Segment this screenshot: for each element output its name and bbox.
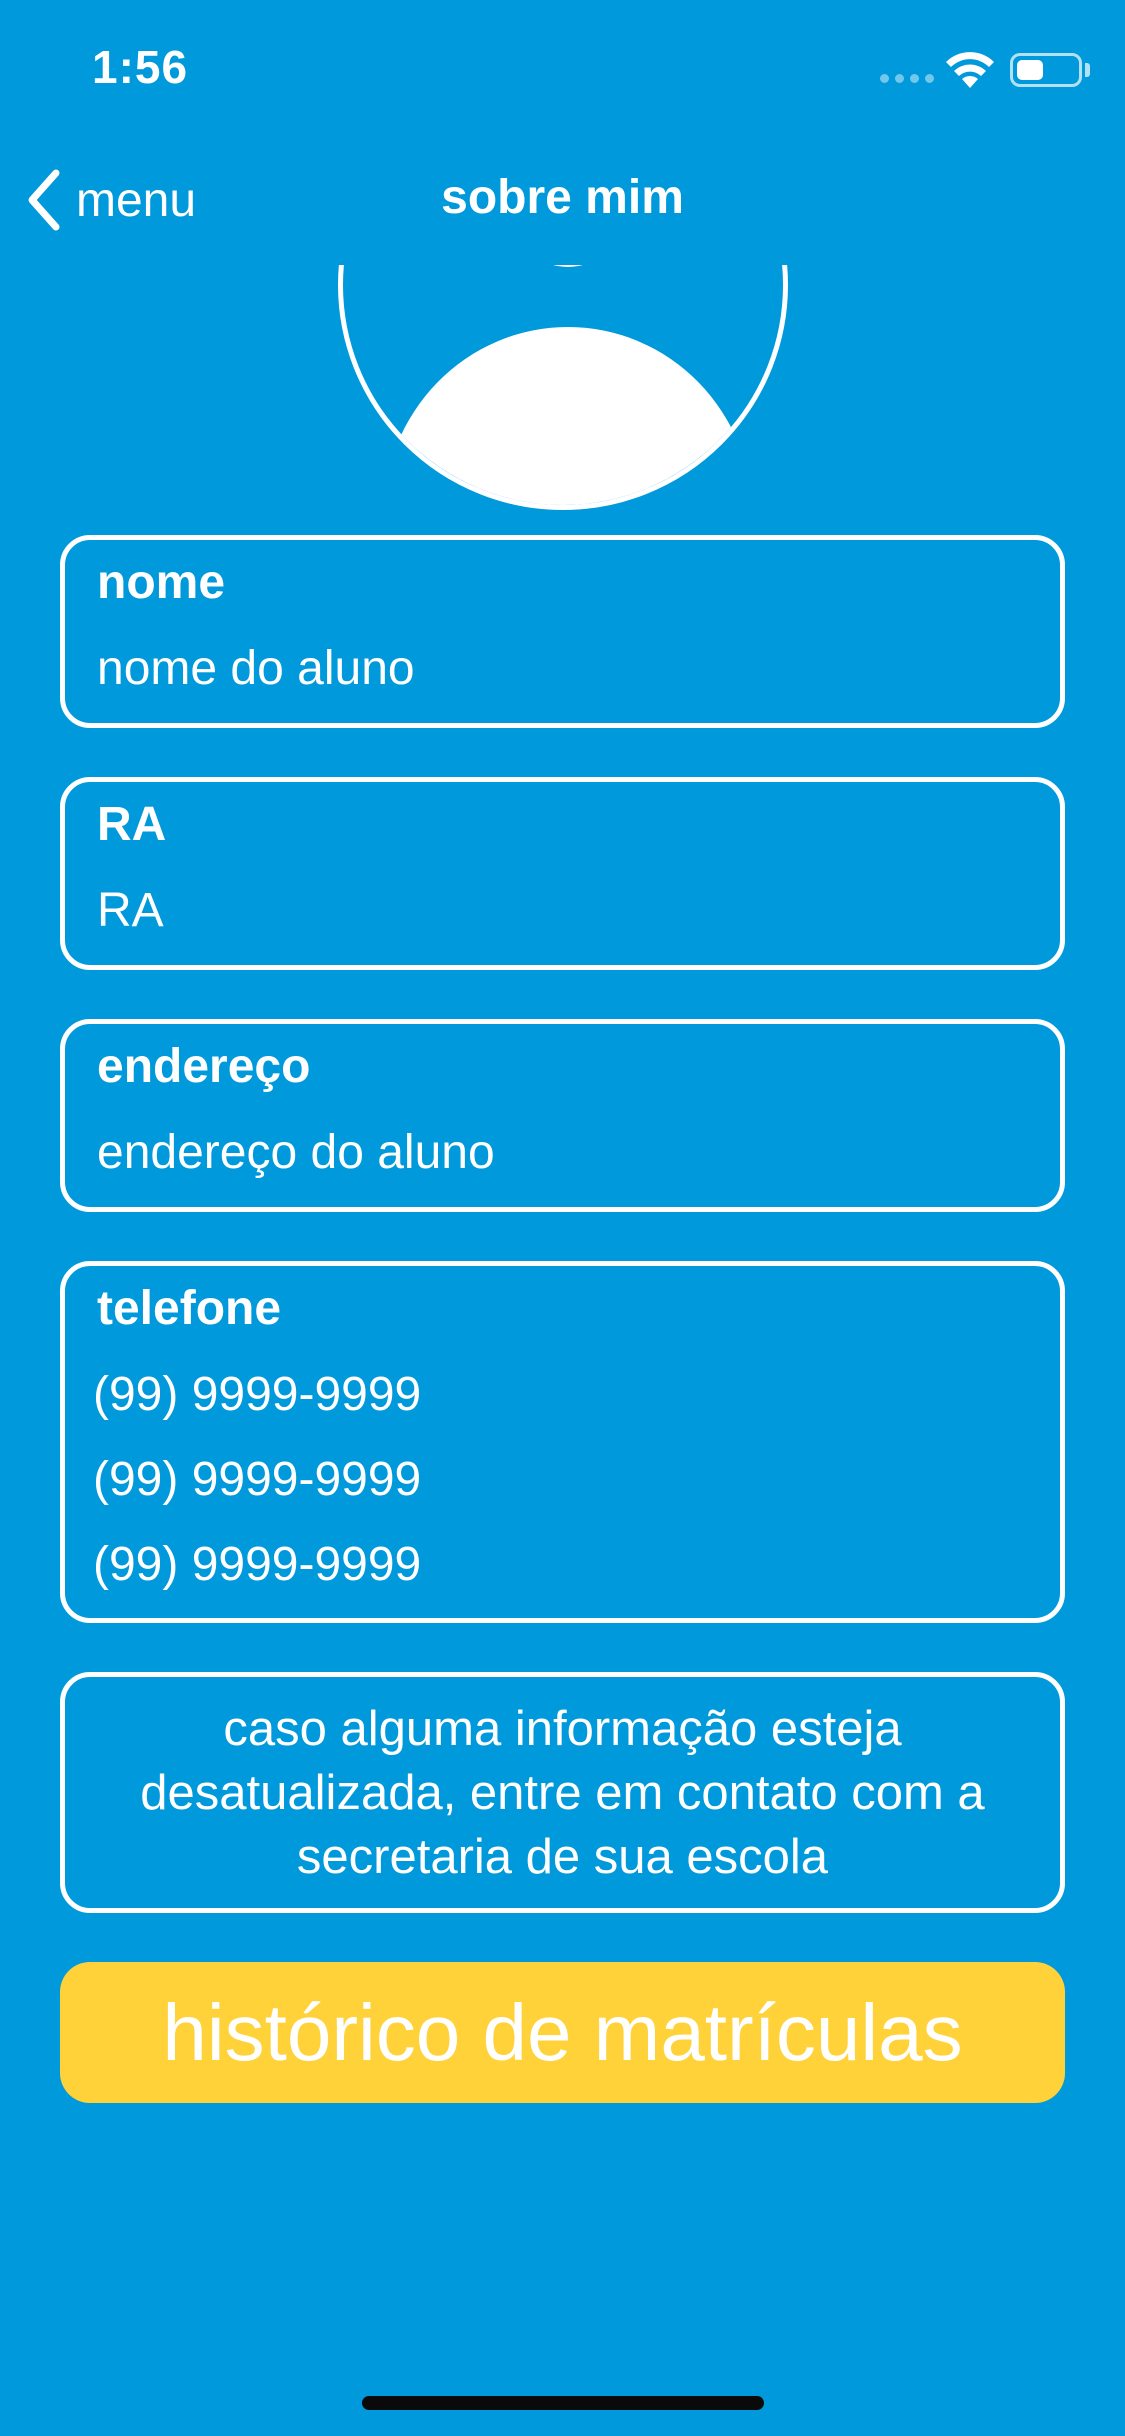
phone-label: telefone [97,1282,282,1335]
phone-card: telefone (99) 9999-9999 (99) 9999-9999 (… [60,1261,1065,1623]
signal-dots-icon [880,74,934,83]
update-notice: caso alguma informação esteja desatualiz… [60,1672,1065,1913]
update-notice-text: caso alguma informação esteja desatualiz… [140,1701,985,1884]
battery-tip [1085,63,1090,77]
battery-fill [1017,60,1044,80]
avatar [338,265,788,510]
phone-value-1: (99) 9999-9999 [93,1368,422,1421]
ra-card: RA RA [60,777,1065,970]
phone-value-3: (99) 9999-9999 [93,1538,422,1591]
phone-value-2: (99) 9999-9999 [93,1453,422,1506]
page-title: sobre mim [441,171,684,224]
ra-value: RA [97,884,164,937]
avatar-body [383,327,753,505]
wifi-icon [946,52,994,88]
about-me-screen: 1:56 menu sobre mim nome nome do aluno R… [0,0,1125,2436]
address-label: endereço [97,1040,311,1093]
address-value: endereço do aluno [97,1126,495,1179]
ra-label: RA [97,798,167,851]
home-indicator[interactable] [362,2396,764,2410]
status-time: 1:56 [92,41,189,93]
name-card: nome nome do aluno [60,535,1065,728]
name-label: nome [97,556,226,609]
enrollment-history-label: histórico de matrículas [162,1987,963,2077]
address-card: endereço endereço do aluno [60,1019,1065,1212]
battery-icon [1010,53,1082,87]
enrollment-history-button[interactable]: histórico de matrículas [60,1962,1065,2103]
name-value: nome do aluno [97,642,415,695]
